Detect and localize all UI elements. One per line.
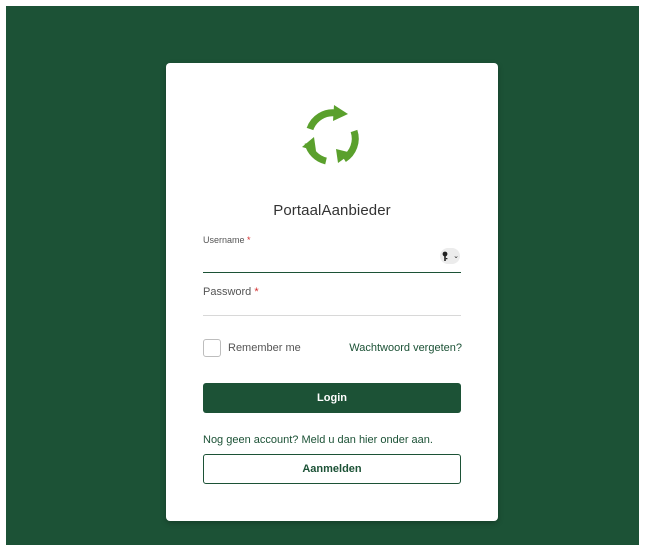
register-button[interactable]: Aanmelden	[203, 454, 461, 484]
username-label: Username *	[203, 235, 251, 245]
key-icon	[442, 251, 448, 261]
recycle-arrows-icon	[302, 105, 359, 165]
remember-me-row: Remember me	[203, 339, 301, 357]
username-underline	[203, 272, 461, 273]
username-field: Username * ⌄	[203, 235, 461, 273]
forgot-password-link[interactable]: Wachtwoord vergeten?	[349, 342, 462, 354]
chevron-down-icon: ⌄	[453, 253, 459, 260]
register-prompt: Nog geen account? Meld u dan hier onder …	[203, 434, 433, 446]
login-button[interactable]: Login	[203, 383, 461, 413]
password-manager-key-button[interactable]: ⌄	[440, 248, 460, 264]
login-card: PortaalAanbieder Username * ⌄ Password *…	[166, 63, 498, 521]
required-marker: *	[247, 235, 251, 245]
password-field: Password *	[203, 286, 461, 316]
app-title: PortaalAanbieder	[273, 202, 391, 219]
remember-me-checkbox[interactable]	[203, 339, 221, 357]
remember-me-label[interactable]: Remember me	[228, 342, 301, 354]
username-input[interactable]	[203, 249, 435, 269]
password-underline	[203, 315, 461, 316]
page-background: PortaalAanbieder Username * ⌄ Password *…	[6, 6, 639, 545]
password-input[interactable]	[203, 294, 461, 314]
